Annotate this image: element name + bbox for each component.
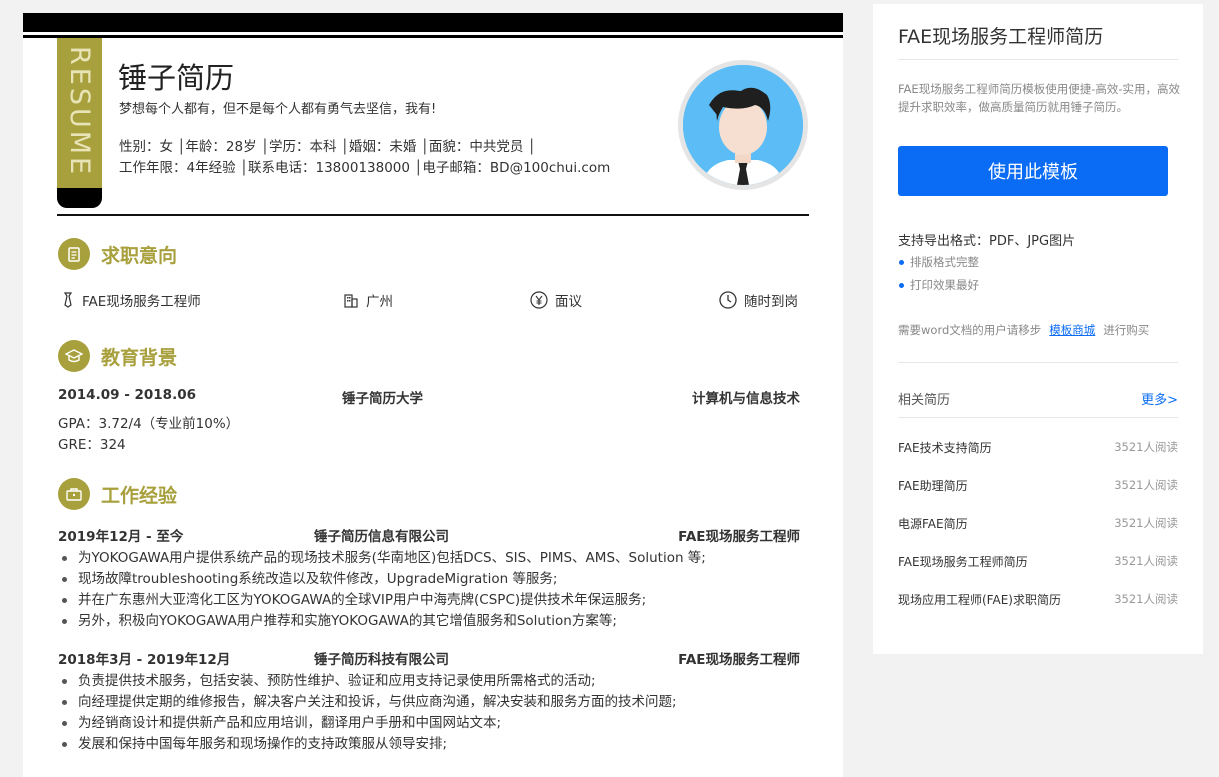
- more-link[interactable]: 更多>: [1141, 389, 1178, 408]
- panel-divider: [898, 417, 1178, 418]
- section-education: 教育背景: [58, 340, 177, 372]
- related-resume-item[interactable]: FAE现场服务工程师简历 3521人阅读: [898, 551, 1178, 571]
- related-resume-reads: 3521人阅读: [1114, 554, 1178, 568]
- clock-icon: [719, 291, 737, 309]
- section-job-intent: 求职意向: [58, 238, 177, 270]
- resume-top-line: [23, 35, 843, 38]
- related-resume-item[interactable]: 电源FAE简历 3521人阅读: [898, 513, 1178, 533]
- education-school: 锤子简历大学: [342, 391, 423, 407]
- building-icon: [343, 292, 359, 308]
- export-formats: 支持导出格式：PDF、JPG图片: [898, 234, 1076, 249]
- panel-divider: [898, 362, 1178, 363]
- related-resume-item[interactable]: 现场应用工程师(FAE)求职简历 3521人阅读: [898, 589, 1178, 609]
- intent-city-text: 广州: [366, 294, 393, 310]
- intent-city: 广州: [343, 290, 393, 310]
- section-work: 工作经验: [58, 478, 177, 510]
- resume-tab-text: RESUME: [64, 46, 95, 178]
- related-resume-title: FAE技术支持简历: [898, 440, 992, 455]
- word-note-suffix: 进行购买: [1103, 323, 1150, 337]
- feature-item: 打印效果最好: [899, 278, 979, 292]
- list-item: 负责提供技术服务，包括安装、预防性维护、验证和应用支持记录使用所需格式的活动;: [62, 671, 677, 692]
- related-title: 相关简历: [898, 393, 951, 408]
- section-title: 工作经验: [101, 484, 178, 507]
- graduation-cap-icon: [58, 340, 90, 372]
- tie-icon: [61, 292, 75, 308]
- intent-position: FAE现场服务工程师: [61, 290, 201, 310]
- related-resume-reads: 3521人阅读: [1114, 478, 1178, 492]
- resume-tab-foot: [57, 188, 102, 208]
- list-item: 发展和保持中国每年服务和现场操作的支持政策服从领导安排;: [62, 734, 677, 755]
- list-item: 为YOKOGAWA用户提供系统产品的现场技术服务(华南地区)包括DCS、SIS、…: [62, 548, 706, 569]
- intent-salary-text: 面议: [555, 294, 582, 310]
- intent-availability: 随时到岗: [719, 290, 798, 310]
- resume-preview: RESUME 锤子简历 梦想每个人都有，但不是每个人都有勇气去坚信，我有! 性别…: [23, 13, 843, 777]
- work-title: FAE现场服务工程师: [678, 652, 800, 668]
- list-item: 为经销商设计和提供新产品和应用培训，翻译用户手册和中国网站文本;: [62, 713, 677, 734]
- list-item: 另外，积极向YOKOGAWA用户推荐和实施YOKOGAWA的其它增值服务和Sol…: [62, 611, 706, 632]
- work-title: FAE现场服务工程师: [678, 529, 800, 545]
- work-period: 2018年3月 - 2019年12月: [58, 652, 231, 668]
- work-bullets: 为YOKOGAWA用户提供系统产品的现场技术服务(华南地区)包括DCS、SIS、…: [62, 548, 706, 632]
- section-title: 求职意向: [101, 244, 178, 267]
- resume-tab: RESUME: [57, 38, 102, 188]
- resume-top-bar: [23, 13, 843, 32]
- related-resume-item[interactable]: FAE助理简历 3521人阅读: [898, 475, 1178, 495]
- template-info-panel: FAE现场服务工程师简历 FAE现场服务工程师简历模板使用便捷-高效-实用，高效…: [873, 4, 1203, 654]
- intent-position-text: FAE现场服务工程师: [82, 294, 201, 310]
- clipboard-icon: [58, 238, 90, 270]
- related-resume-reads: 3521人阅读: [1114, 516, 1178, 530]
- education-gpa: GPA：3.72/4（专业前10%）: [58, 416, 240, 432]
- education-major: 计算机与信息技术: [692, 391, 800, 407]
- related-resume-title: 电源FAE简历: [898, 516, 968, 531]
- word-note: 需要word文档的用户请移步 模板商城 进行购买: [898, 322, 1149, 338]
- section-title: 教育背景: [101, 346, 178, 369]
- use-template-button[interactable]: 使用此模板: [898, 146, 1168, 196]
- personal-info-line-1: 性别：女 │年龄：28岁 │学历：本科 │婚姻：未婚 │面貌：中共党员 │: [119, 139, 536, 155]
- related-resume-title: 现场应用工程师(FAE)求职简历: [898, 592, 1061, 607]
- work-company: 锤子简历科技有限公司: [314, 652, 449, 668]
- personal-info-line-2: 工作年限：4年经验 │联系电话：13800138000 │电子邮箱：BD@100…: [119, 160, 611, 176]
- word-note-prefix: 需要word文档的用户请移步: [898, 323, 1042, 337]
- resume-motto: 梦想每个人都有，但不是每个人都有勇气去坚信，我有!: [119, 102, 437, 117]
- panel-title: FAE现场服务工程师简历: [898, 26, 1104, 48]
- related-resume-title: FAE助理简历: [898, 478, 968, 493]
- panel-description: FAE现场服务工程师简历模板使用便捷-高效-实用，高效提升求职效率，做高质量简历…: [898, 82, 1180, 114]
- resume-name: 锤子简历: [118, 61, 235, 95]
- education-gre: GRE：324: [58, 437, 126, 453]
- education-period: 2014.09 - 2018.06: [58, 387, 196, 403]
- feature-item: 排版格式完整: [899, 255, 979, 269]
- work-company: 锤子简历信息有限公司: [314, 529, 449, 545]
- work-bullets: 负责提供技术服务，包括安装、预防性维护、验证和应用支持记录使用所需格式的活动; …: [62, 671, 677, 755]
- header-divider: [57, 214, 809, 216]
- list-item: 现场故障troubleshooting系统改造以及软件修改，UpgradeMig…: [62, 569, 706, 590]
- avatar: [678, 60, 808, 190]
- intent-salary: 面议: [530, 290, 582, 310]
- work-period: 2019年12月 - 至今: [58, 529, 184, 545]
- related-resume-reads: 3521人阅读: [1114, 592, 1178, 606]
- related-resume-title: FAE现场服务工程师简历: [898, 554, 1028, 569]
- intent-availability-text: 随时到岗: [744, 294, 798, 310]
- related-resume-reads: 3521人阅读: [1114, 440, 1178, 454]
- yuan-icon: [530, 291, 548, 309]
- related-resume-item[interactable]: FAE技术支持简历 3521人阅读: [898, 437, 1178, 457]
- avatar-illustration: [683, 65, 803, 185]
- list-item: 并在广东惠州大亚湾化工区为YOKOGAWA的全球VIP用户中海壳牌(CSPC)提…: [62, 590, 706, 611]
- briefcase-icon: [58, 478, 90, 510]
- panel-divider: [898, 59, 1178, 60]
- list-item: 向经理提供定期的维修报告，解决客户关注和投诉，与供应商沟通，解决安装和服务方面的…: [62, 692, 677, 713]
- template-mall-link[interactable]: 模板商城: [1049, 323, 1095, 337]
